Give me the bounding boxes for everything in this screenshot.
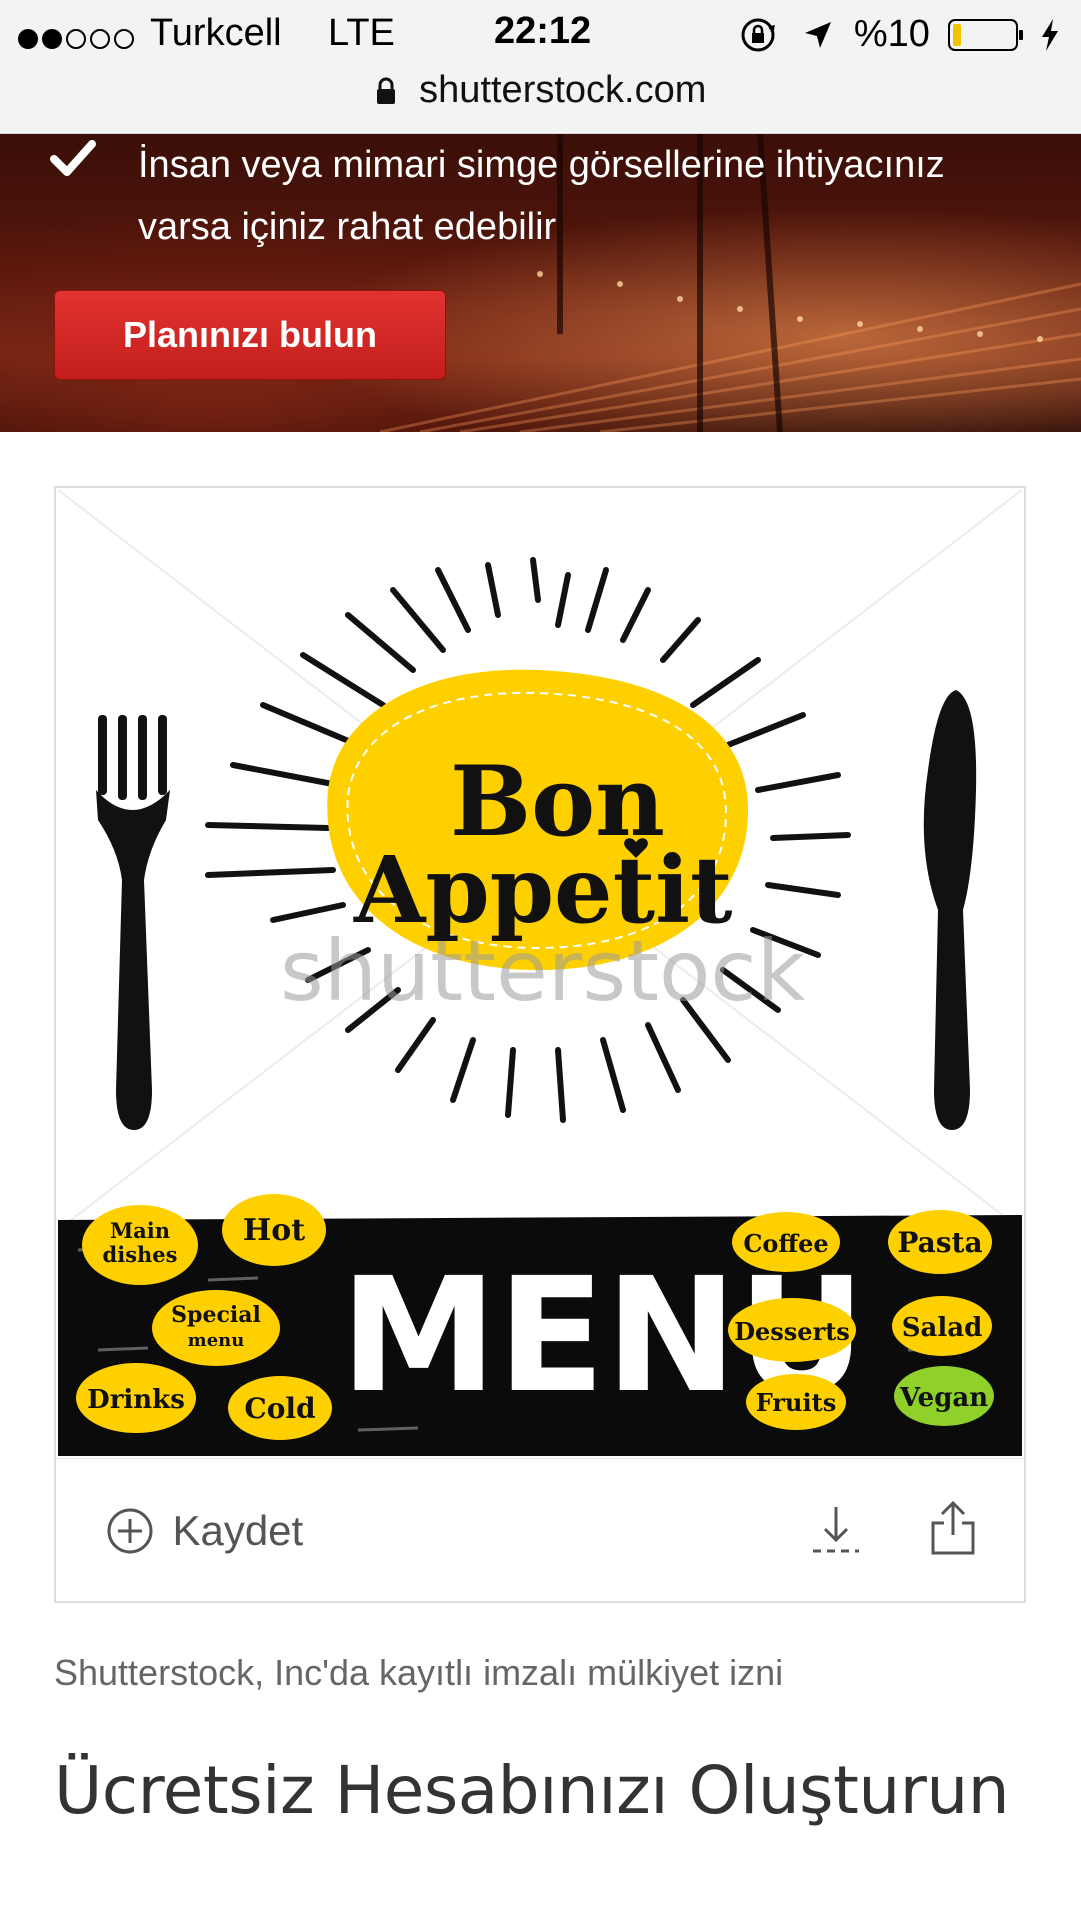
share-icon[interactable] [929, 1499, 977, 1557]
menu-item-special-menu: Special [171, 1302, 261, 1328]
hero-feature-text: İnsan veya mimari simge görsellerine iht… [138, 144, 945, 248]
image-card: Bon Appetit shutterstock MENU Main dishe… [54, 486, 1026, 1603]
battery-percent: %10 [853, 13, 930, 56]
menu-item-hot: Hot [243, 1213, 305, 1248]
status-bar: Turkcell LTE 22:12 %10 shutterstock.com [0, 0, 1081, 134]
menu-item-pasta: Pasta [897, 1226, 982, 1259]
menu-item-fruits: Fruits [756, 1388, 836, 1417]
watermark-text: shutterstock [280, 922, 806, 1020]
url-text: shutterstock.com [419, 69, 707, 112]
clock: 22:12 [494, 10, 592, 52]
download-icon[interactable] [811, 1503, 861, 1557]
checkmark-icon [50, 140, 96, 176]
image-actions-bar: Kaydet [56, 1458, 1024, 1602]
create-account-title: Ücretsiz Hesabınızı Oluşturun [54, 1752, 1010, 1829]
carrier-name: Turkcell [150, 12, 282, 54]
find-plan-button[interactable]: Planınızı bulun [54, 290, 446, 380]
save-label: Kaydet [172, 1507, 304, 1554]
lock-icon [376, 77, 395, 104]
menu-item-drinks: Drinks [87, 1385, 185, 1415]
svg-text:menu: menu [188, 1330, 245, 1351]
menu-item-main-dishes-1: Main [110, 1218, 170, 1243]
menu-item-salad: Salad [902, 1313, 983, 1343]
license-text: Shutterstock, Inc'da kayıtlı imzalı mülk… [54, 1652, 784, 1693]
status-right: %10 [739, 12, 1061, 56]
hero-banner: İnsan veya mimari simge görsellerine iht… [0, 134, 1081, 432]
bon-appetit-menu-illustration: Bon Appetit shutterstock MENU Main dishe… [58, 490, 1022, 1456]
battery-icon [948, 18, 1024, 51]
stock-image[interactable]: Bon Appetit shutterstock MENU Main dishe… [58, 490, 1022, 1456]
menu-item-desserts: Desserts [734, 1317, 850, 1346]
svg-text:dishes: dishes [103, 1242, 178, 1267]
address-bar[interactable]: shutterstock.com [0, 68, 1081, 112]
location-arrow-icon [805, 21, 832, 48]
menu-item-vegan: Vegan [899, 1383, 988, 1413]
signal-strength-icon [18, 16, 138, 59]
rotation-lock-icon [741, 18, 775, 52]
charging-bolt-icon [1042, 18, 1058, 51]
plus-circle-icon [107, 1508, 153, 1554]
status-row: Turkcell LTE 22:12 %10 [0, 8, 1081, 62]
menu-item-coffee: Coffee [743, 1229, 828, 1258]
save-button[interactable]: Kaydet [106, 1507, 303, 1557]
network-type: LTE [328, 12, 395, 54]
menu-item-cold: Cold [244, 1392, 315, 1425]
